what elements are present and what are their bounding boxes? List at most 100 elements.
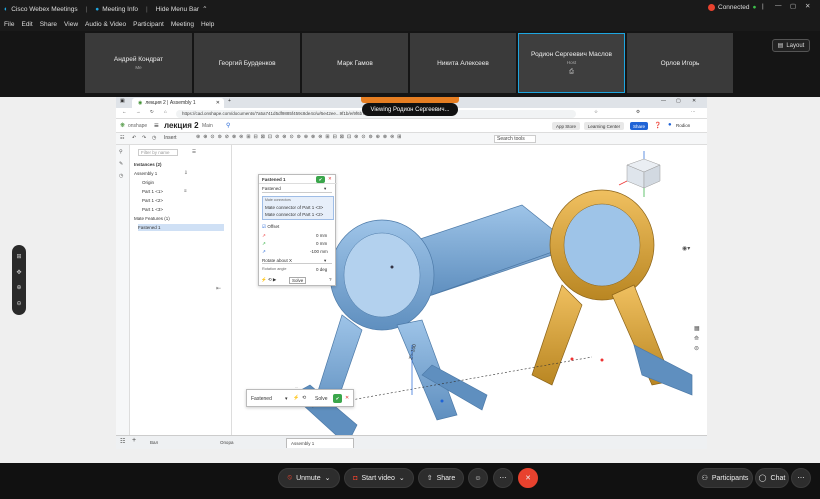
mate-type-select[interactable]: Fastened [251,396,272,402]
mate-connectors-field[interactable]: Mate connectors Mate connector of Part 1… [262,196,334,220]
bookmark-icon[interactable]: ☆ [594,109,598,115]
rotation-angle-field[interactable]: Rotation angle 0 deg [262,267,332,272]
start-video-button[interactable]: ◘ Start video ⌄ [344,468,414,488]
download-icon[interactable]: ⇩ [184,170,188,176]
solve-button[interactable]: Solve [315,396,328,402]
explode-icon[interactable]: ⟰ [694,335,699,342]
tree-item-assembly[interactable]: Assembly 1 [134,170,157,177]
filter-icon[interactable]: ⚲ [119,149,123,155]
participant-tile[interactable]: Андрей Кондрат Me [85,33,192,93]
undo-icon[interactable]: ↶ [132,135,136,141]
feature-list-icon[interactable]: ☷ [120,135,124,141]
confirm-button[interactable]: ✔ [316,176,325,183]
maximize-icon[interactable]: ▢ [790,2,796,10]
home-icon[interactable]: ⌂ [164,109,167,114]
leave-meeting-button[interactable]: ✕ [518,468,538,488]
rotate-about-select[interactable]: Rotate about X ▾ [262,258,332,264]
list-view-icon[interactable]: ☰ [192,149,196,155]
menu-view[interactable]: View [64,21,78,28]
user-name[interactable]: Rodion [676,123,690,128]
view-cube[interactable] [618,151,661,197]
participant-tile-active[interactable]: Родион Сергеевич Маслов Host ⎙ [518,33,625,93]
branch-label[interactable]: Main [202,123,213,129]
appearance-icon[interactable]: ▦ [694,325,700,332]
extensions-icon[interactable]: ⚙ [636,109,640,115]
zoom-in-icon[interactable]: ⊕ [16,284,21,291]
browser-tab[interactable]: ◉ лекция 2 | Assembly 1 ✕ [132,98,224,108]
assembly-tools-icon[interactable]: ⊛⊕⊙⊚⊘⊗⊜⊞⊟⊠⊡⊘⊛⊙⊚⊕⊗⊜⊞⊟⊠⊡⊛⊙⊚⊕⊗⊜⊞ [196,134,405,140]
menu-participant[interactable]: Participant [133,21,164,28]
add-tab-icon[interactable]: + [132,437,136,444]
participants-button[interactable]: ⚇ Participants [697,468,753,488]
pin-icon[interactable]: ⚲ [226,122,230,129]
tab-actions-icon[interactable]: ▣ [120,98,125,104]
drag-handle[interactable]: ... [295,384,298,389]
close-icon[interactable]: ✕ [692,98,696,104]
pointer-icon[interactable]: ✥ [16,269,21,276]
mate-connector-item[interactable]: Mate connector of Part 1 <2> [265,212,323,217]
zoom-fit-icon[interactable]: ⊞ [16,253,21,260]
tree-item-part[interactable]: Part 1 <3> [142,206,163,213]
participant-tile[interactable]: Никита Алексеев [410,33,516,93]
participant-tile[interactable]: Георгий Бурденков [194,33,300,93]
minimize-icon[interactable]: — [661,98,666,104]
back-icon[interactable]: ← [122,109,127,114]
chat-button[interactable]: ◯ Chat [755,468,789,488]
mate-icon[interactable]: ⚡ [293,395,299,401]
help-icon[interactable]: ❓ [654,122,661,129]
play-icon[interactable]: ▶ [273,277,276,282]
tree-item-part[interactable]: Part 1 <2> [142,197,163,204]
animate-icon[interactable]: ⟲ [302,395,306,401]
more-icon[interactable]: ⋯ [691,109,696,115]
offset-y-field[interactable]: ↗ 0 mm [262,241,332,247]
document-title[interactable]: лекция 2 [164,121,199,130]
limits-icon[interactable]: ⚡ [261,277,267,282]
menu-file[interactable]: File [4,21,14,28]
history-icon[interactable]: ◷ [152,135,156,141]
panel-more-button[interactable]: ⋯ [791,468,811,488]
help-icon[interactable]: ? [329,277,332,282]
tab-part-studio[interactable]: Опора [216,438,237,448]
tree-item-origin[interactable]: Origin [142,179,154,186]
insert-button[interactable]: Insert [164,135,177,141]
redo-icon[interactable]: ↷ [142,135,146,141]
avatar[interactable]: ● [668,122,672,128]
learning-center-button[interactable]: Learning Center [584,122,624,130]
maximize-icon[interactable]: ▢ [676,98,681,104]
cancel-icon[interactable]: ✕ [345,395,349,401]
mate-type-select[interactable]: Fastened ▾ [262,186,332,193]
layout-button[interactable]: ▤ Layout [772,39,810,52]
offset-checkbox[interactable]: ☑ Offset [262,224,279,230]
comment-icon[interactable]: ✎ [119,161,123,167]
meeting-info-button[interactable]: ● Meeting Info [95,6,138,13]
collapse-panel-icon[interactable]: ⇤ [216,285,221,292]
forward-icon[interactable]: → [136,109,141,114]
tab-part-studio[interactable]: Вал [146,438,162,448]
section-icon[interactable]: ⊜ [694,345,699,352]
tab-assembly[interactable]: Assembly 1 [286,438,354,448]
menu-audio-video[interactable]: Audio & Video [85,21,126,28]
participant-tile[interactable]: Марк Гамов [302,33,408,93]
animate-icon[interactable]: ⟲ [268,277,272,282]
tree-item-mate-features[interactable]: Mate Features (1) [134,215,170,222]
mate-connector-item[interactable]: Mate connector of Part 1 <3> [265,205,323,210]
solve-button[interactable]: Solve [289,277,307,284]
reload-icon[interactable]: ↻ [150,109,154,115]
menu-icon[interactable]: ≡ [154,121,159,130]
search-tools-input[interactable]: Search tools [494,135,536,143]
confirm-button[interactable]: ✔ [333,394,342,403]
offset-x-field[interactable]: ↗ 0 mm [262,233,332,239]
reactions-button[interactable]: ☺ [468,468,488,488]
close-icon[interactable]: ✕ [805,2,810,10]
hide-menu-bar-button[interactable]: Hide Menu Bar ⌃ [156,5,208,14]
offset-z-field[interactable]: ↗ -100 mm [262,249,332,255]
minimize-icon[interactable]: — [775,2,782,9]
participant-tile[interactable]: Орлов Игорь [627,33,733,93]
share-button[interactable]: Share [630,122,648,130]
tab-list-icon[interactable]: ☷ [120,438,125,445]
new-tab-icon[interactable]: + [228,98,231,104]
chevron-down-icon[interactable]: ▾ [285,396,288,402]
more-options-button[interactable]: ⋯ [493,468,513,488]
cancel-icon[interactable]: ✕ [328,176,332,182]
menu-edit[interactable]: Edit [21,21,32,28]
